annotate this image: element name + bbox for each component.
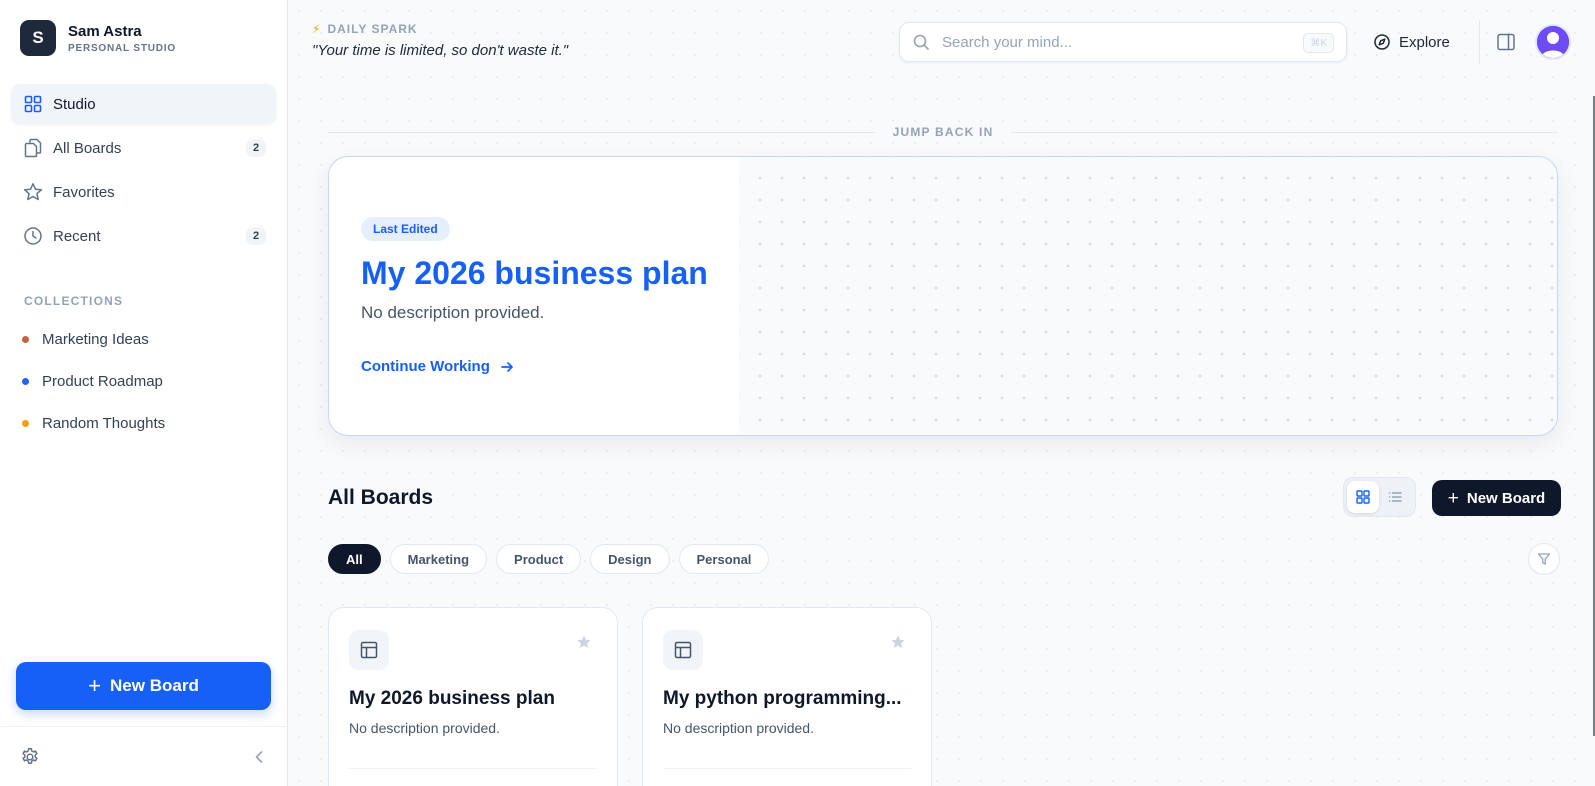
sidebar-item-label: Favorites	[53, 183, 115, 201]
filter-chip-marketing[interactable]: Marketing	[389, 544, 488, 574]
collection-random-thoughts[interactable]: Random Thoughts	[22, 402, 272, 444]
filter-chip-design[interactable]: Design	[590, 544, 670, 574]
sidebar-new-board-button[interactable]: + New Board	[16, 662, 271, 710]
board-layout-icon	[663, 630, 703, 670]
search-bar[interactable]: ⌘K	[899, 22, 1347, 62]
collections-heading: COLLECTIONS	[24, 294, 124, 308]
daily-spark: ⚡ DAILY SPARK "Your time is limited, so …	[312, 22, 568, 59]
sidebar: S Sam Astra PERSONAL STUDIO Studio All B…	[0, 0, 288, 786]
jump-back-description: No description provided.	[361, 303, 545, 322]
collection-label: Marketing Ideas	[42, 330, 149, 348]
new-board-label: New Board	[110, 676, 199, 695]
copy-icon	[23, 138, 43, 158]
brand-text: Sam Astra PERSONAL STUDIO	[68, 23, 176, 54]
star-icon	[23, 182, 43, 202]
filter-chip-product[interactable]: Product	[496, 544, 582, 574]
grid-icon	[1356, 490, 1370, 504]
sidebar-item-label: Recent	[53, 227, 101, 245]
filter-chip-personal[interactable]: Personal	[678, 544, 770, 574]
board-layout-icon	[349, 630, 389, 670]
sidebar-item-favorites[interactable]: Favorites	[11, 172, 276, 212]
search-icon	[912, 33, 930, 51]
collection-product-roadmap[interactable]: Product Roadmap	[22, 360, 272, 402]
board-card-title: My python programming...	[663, 688, 902, 709]
collection-label: Product Roadmap	[42, 372, 163, 390]
sidebar-nav: Studio All Boards 2 Favorites Recent 2	[11, 84, 276, 260]
explore-label: Explore	[1399, 33, 1450, 51]
continue-working-link[interactable]: Continue Working	[361, 358, 514, 375]
daily-spark-quote: "Your time is limited, so don't waste it…	[312, 42, 569, 59]
board-preview	[739, 157, 1557, 435]
collections-list: Marketing Ideas Product Roadmap Random T…	[22, 318, 272, 444]
board-card[interactable]: My python programming... No description …	[642, 607, 932, 786]
plus-icon: +	[88, 673, 102, 698]
board-card[interactable]: My 2026 business plan No description pro…	[328, 607, 618, 786]
board-card-divider	[349, 768, 597, 769]
filter-icon	[1537, 553, 1551, 565]
list-view-button[interactable]	[1379, 481, 1411, 513]
continue-working-label: Continue Working	[361, 358, 490, 375]
avatar-person-icon	[1537, 26, 1569, 58]
daily-spark-label: DAILY SPARK	[327, 22, 418, 36]
search-shortcut: ⌘K	[1303, 33, 1334, 53]
gear-icon[interactable]	[20, 747, 40, 767]
brand[interactable]: S Sam Astra PERSONAL STUDIO	[20, 20, 176, 56]
jump-back-title: My 2026 business plan	[361, 255, 708, 291]
sidebar-item-label: Studio	[53, 95, 96, 113]
collapse-sidebar-icon[interactable]	[250, 747, 268, 767]
last-edited-badge: Last Edited	[361, 217, 450, 241]
new-board-label: New Board	[1466, 489, 1546, 507]
divider-line	[1011, 131, 1559, 133]
sidebar-item-recent[interactable]: Recent 2	[11, 216, 276, 256]
board-card-description: No description provided.	[349, 720, 500, 736]
header-divider	[1479, 20, 1480, 64]
count-badge: 2	[246, 139, 266, 157]
collection-marketing-ideas[interactable]: Marketing Ideas	[22, 318, 272, 360]
jump-back-heading: JUMP BACK IN	[892, 125, 994, 139]
jump-back-divider: JUMP BACK IN	[328, 124, 1559, 140]
collection-color-dot	[22, 335, 29, 343]
divider-line	[328, 131, 875, 133]
sidebar-item-studio[interactable]: Studio	[11, 84, 276, 124]
brand-subtitle: PERSONAL STUDIO	[68, 42, 176, 54]
plus-icon: +	[1447, 487, 1459, 509]
compass-icon	[1373, 33, 1391, 51]
user-avatar[interactable]	[1535, 24, 1571, 60]
clock-icon	[23, 226, 43, 246]
daily-spark-title: ⚡ DAILY SPARK	[312, 22, 568, 36]
panel-toggle-icon[interactable]	[1496, 32, 1516, 52]
filter-button[interactable]	[1528, 543, 1560, 575]
collection-color-dot	[22, 377, 29, 385]
filter-chip-all[interactable]: All	[328, 544, 381, 574]
filter-chips: All Marketing Product Design Personal	[328, 544, 778, 574]
list-icon	[1388, 492, 1402, 502]
view-toggle	[1343, 477, 1416, 517]
new-board-button[interactable]: + New Board	[1432, 480, 1561, 516]
sidebar-footer	[0, 726, 288, 786]
favorite-star-icon[interactable]	[576, 634, 592, 650]
collection-color-dot	[22, 419, 29, 427]
sparkle-icon: ⚡	[312, 22, 322, 36]
brand-logo: S	[20, 20, 56, 56]
board-card-title: My 2026 business plan	[349, 688, 555, 709]
all-boards-heading: All Boards	[328, 486, 434, 509]
count-badge: 2	[246, 227, 266, 245]
favorite-star-icon[interactable]	[890, 634, 906, 650]
main-content: ⚡ DAILY SPARK "Your time is limited, so …	[288, 0, 1595, 786]
board-card-divider	[663, 768, 911, 769]
explore-button[interactable]: Explore	[1373, 30, 1450, 54]
brand-name: Sam Astra	[68, 22, 142, 40]
jump-back-card[interactable]: Last Edited My 2026 business plan No des…	[328, 156, 1558, 436]
grid-view-button[interactable]	[1347, 481, 1379, 513]
collection-label: Random Thoughts	[42, 414, 166, 432]
sidebar-item-all-boards[interactable]: All Boards 2	[11, 128, 276, 168]
arrow-right-icon	[500, 360, 514, 374]
sidebar-item-label: All Boards	[53, 139, 122, 157]
grid-icon	[23, 94, 43, 114]
search-input[interactable]	[942, 33, 1302, 51]
board-card-description: No description provided.	[663, 720, 814, 736]
